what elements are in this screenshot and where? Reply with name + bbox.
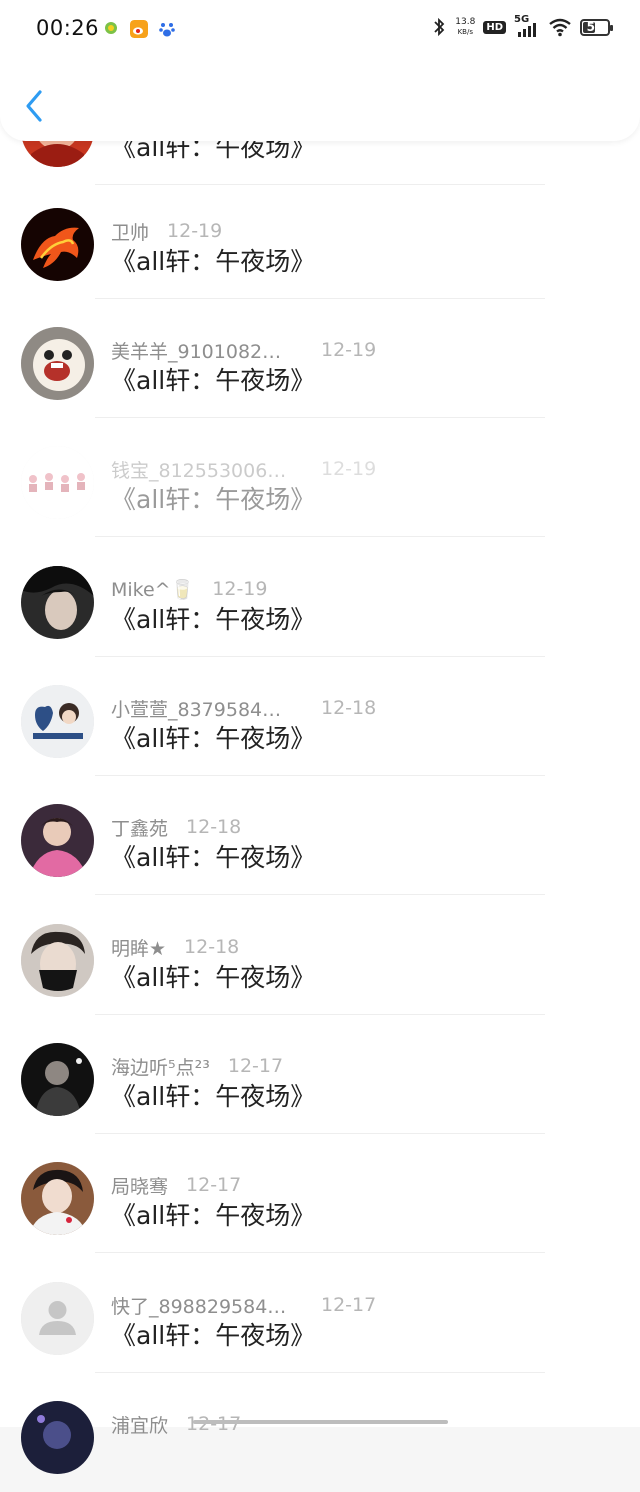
avatar[interactable] <box>21 1162 94 1235</box>
comment-date: 12-17 <box>321 1294 377 1316</box>
comment-date: 12-19 <box>212 578 268 600</box>
user-name[interactable]: 美羊羊_9101082… <box>111 337 281 364</box>
user-name[interactable]: 海边听⁵点²³ <box>111 1053 210 1080</box>
user-name[interactable]: 丁鑫苑 <box>111 814 168 841</box>
net-speed: 13.8 KB/s <box>455 17 476 36</box>
avatar[interactable] <box>21 1043 94 1116</box>
avatar[interactable] <box>21 1401 94 1474</box>
list-item[interactable]: 海边听⁵点²³ 12-17 《all轩：午夜场》 <box>0 1015 640 1134</box>
comment-date: 12-19 <box>321 458 377 480</box>
user-name[interactable]: 局晓骞 <box>111 1172 168 1199</box>
user-name[interactable]: 浦宜欣 <box>111 1411 168 1438</box>
comment-date: 12-17 <box>186 1413 242 1435</box>
comment-date: 12-19 <box>321 339 377 361</box>
avatar[interactable] <box>21 327 94 400</box>
comment-title: 《all轩：午夜场》 <box>111 1321 316 1350</box>
comment-title: 《all轩：午夜场》 <box>111 724 316 753</box>
user-name[interactable]: Mike^🥛 <box>111 578 194 601</box>
avatar[interactable] <box>21 804 94 877</box>
wifi-icon <box>549 18 571 37</box>
user-name[interactable]: 明眸★ <box>111 934 166 961</box>
avatar[interactable] <box>21 208 94 281</box>
divider <box>95 536 545 537</box>
comment-date: 12-18 <box>184 936 240 958</box>
user-name[interactable]: 钱宝_812553006… <box>111 456 286 483</box>
battery-icon: 52 <box>580 18 613 36</box>
avatar[interactable] <box>21 446 94 519</box>
comment-date: 12-18 <box>321 697 377 719</box>
comment-title: 《all轩：午夜场》 <box>111 1082 316 1111</box>
list-item[interactable]: 钱宝_812553006… 12-19 《all轩：午夜场》 <box>0 418 640 537</box>
list-item[interactable]: 浦宜欣 12-17 <box>0 1373 640 1492</box>
default-user-icon[interactable] <box>21 1282 94 1355</box>
list-item[interactable]: 美羊羊_9101082… 12-19 《all轩：午夜场》 <box>0 299 640 418</box>
comment-date: 12-19 <box>167 220 223 242</box>
divider <box>95 894 545 895</box>
app-notification-icon <box>105 22 117 34</box>
user-name[interactable]: 卫帅 <box>111 218 149 245</box>
comment-title: 《all轩：午夜场》 <box>111 605 316 634</box>
comment-title: 《all轩：午夜场》 <box>111 366 316 395</box>
avatar[interactable] <box>21 685 94 758</box>
comment-date: 12-18 <box>186 816 242 838</box>
comment-date: 12-17 <box>186 1174 242 1196</box>
notification-icons <box>102 20 176 38</box>
list-item[interactable]: Mike^🥛 12-19 《all轩：午夜场》 <box>0 538 640 657</box>
comment-list[interactable]: 《all轩：午夜场》 卫帅 12-19 《all轩：午夜场》 美羊羊_910108… <box>0 0 640 1474</box>
list-item[interactable]: 卫帅 12-19 《all轩：午夜场》 <box>0 180 640 299</box>
list-item[interactable]: 小萱萱_8379584… 12-18 《all轩：午夜场》 <box>0 657 640 776</box>
list-item[interactable]: 丁鑫苑 12-18 《all轩：午夜场》 <box>0 776 640 895</box>
user-name[interactable]: 小萱萱_8379584… <box>111 695 281 722</box>
comment-date: 12-17 <box>227 1055 284 1077</box>
comment-title: 《all轩：午夜场》 <box>111 843 316 872</box>
avatar[interactable] <box>21 924 94 997</box>
list-item[interactable]: 快了_898829584… 12-17 《all轩：午夜场》 <box>0 1254 640 1373</box>
comment-title: 《all轩：午夜场》 <box>111 247 316 276</box>
baidu-icon <box>159 23 175 37</box>
home-indicator[interactable] <box>193 1420 448 1424</box>
comment-title: 《all轩：午夜场》 <box>111 1201 316 1230</box>
list-item[interactable]: 明眸★ 12-18 《all轩：午夜场》 <box>0 896 640 1015</box>
divider <box>95 1252 545 1253</box>
weibo-icon <box>130 20 148 38</box>
chevron-left-icon[interactable] <box>22 88 48 124</box>
comment-title: 《all轩：午夜场》 <box>111 485 316 514</box>
hd-badge: HD <box>483 20 506 34</box>
user-name[interactable]: 快了_898829584… <box>111 1292 286 1319</box>
signal-icon: 5G <box>514 14 540 38</box>
status-indicators: 13.8 KB/s HD 5G 52 <box>431 14 613 38</box>
top-bar: 00:26 13.8 KB/s HD 5G 52 <box>0 0 640 141</box>
comment-title: 《all轩：午夜场》 <box>111 963 316 992</box>
bluetooth-icon <box>434 17 445 37</box>
avatar[interactable] <box>21 566 94 639</box>
status-time: 00:26 <box>36 16 100 40</box>
list-item[interactable]: 局晓骞 12-17 《all轩：午夜场》 <box>0 1134 640 1253</box>
